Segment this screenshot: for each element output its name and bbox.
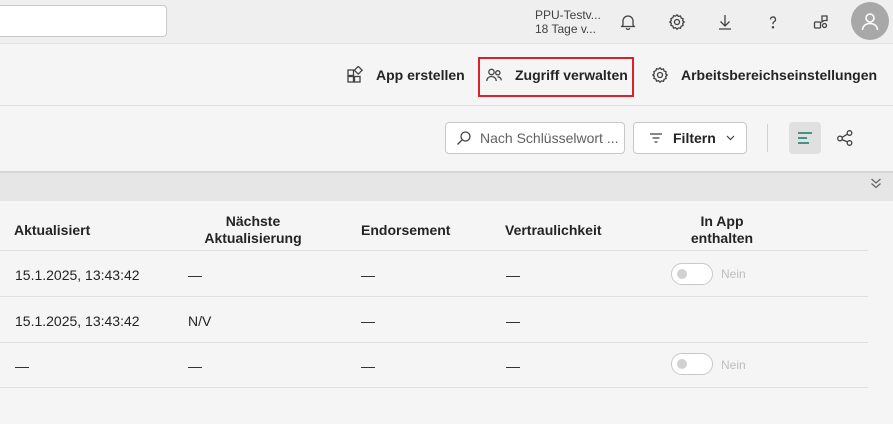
- chevron-down-icon: [726, 135, 735, 141]
- create-app-label: App erstellen: [376, 67, 465, 83]
- filter-icon: [650, 133, 662, 143]
- cell-endorsement: —: [361, 266, 375, 283]
- cell-sensitivity: —: [506, 312, 520, 329]
- avatar-icon[interactable]: [851, 2, 889, 40]
- column-updated[interactable]: Aktualisiert: [14, 222, 90, 239]
- table-row[interactable]: — — — — Nein: [0, 343, 868, 388]
- cell-updated: 15.1.2025, 13:43:42: [15, 266, 140, 283]
- list-view-icon: [798, 132, 812, 144]
- feedback-icon[interactable]: [805, 6, 837, 38]
- column-in-app-line2: enthalten: [690, 230, 754, 246]
- download-icon[interactable]: [709, 6, 741, 38]
- workspace-settings-button[interactable]: Arbeitsbereichseinstellungen: [651, 57, 877, 93]
- trial-status-line1: PPU-Testv...: [535, 8, 601, 22]
- trial-status-line2: 18 Tage v...: [535, 22, 596, 36]
- column-next-refresh-line1: Nächste: [225, 213, 281, 229]
- cell-updated: 15.1.2025, 13:43:42: [15, 312, 140, 329]
- trial-status[interactable]: PPU-Testv... 18 Tage v...: [535, 8, 601, 36]
- help-icon[interactable]: [757, 6, 789, 38]
- double-chevron-down-icon[interactable]: [870, 177, 882, 189]
- column-next-refresh[interactable]: Nächste Aktualisierung: [193, 213, 313, 247]
- workspace-settings-label: Arbeitsbereichseinstellungen: [681, 67, 878, 83]
- column-in-app-line1: In App: [700, 213, 744, 229]
- toolbar-divider: [767, 124, 768, 152]
- lineage-icon: [837, 130, 853, 146]
- cell-next-refresh: —: [188, 266, 202, 283]
- table-row[interactable]: 15.1.2025, 13:43:42 N/V — —: [0, 298, 868, 343]
- people-icon: [486, 68, 502, 82]
- global-search-input[interactable]: [0, 5, 167, 37]
- in-app-toggle[interactable]: [671, 263, 713, 285]
- keyword-search-input[interactable]: Nach Schlüsselwort ...: [445, 122, 625, 154]
- column-next-refresh-line2: Aktualisierung: [204, 230, 302, 246]
- workspace-action-bar: App erstellen Zugriff verwalten Arbeitsb…: [0, 45, 893, 106]
- gear-icon: [651, 66, 669, 84]
- manage-access-label: Zugriff verwalten: [515, 67, 628, 83]
- column-in-app[interactable]: In App enthalten: [672, 213, 772, 247]
- keyword-search-placeholder: Nach Schlüsselwort ...: [480, 130, 619, 146]
- toggle-knob: [677, 269, 687, 279]
- search-icon: [457, 131, 471, 145]
- manage-access-button[interactable]: Zugriff verwalten: [485, 57, 628, 93]
- bell-icon[interactable]: [612, 6, 644, 38]
- list-view-button[interactable]: [789, 122, 821, 154]
- in-app-toggle-label: Nein: [721, 358, 746, 372]
- filter-bar: Nach Schlüsselwort ... Filtern: [0, 107, 893, 171]
- filter-button[interactable]: Filtern: [633, 122, 747, 154]
- lineage-view-button[interactable]: [829, 122, 861, 154]
- column-endorsement[interactable]: Endorsement: [361, 222, 450, 239]
- collapse-strip: [0, 171, 893, 201]
- in-app-toggle-label: Nein: [721, 267, 746, 281]
- top-bar: PPU-Testv... 18 Tage v...: [0, 0, 893, 44]
- create-app-button[interactable]: App erstellen: [346, 57, 465, 93]
- cell-endorsement: —: [361, 357, 375, 374]
- app-grid-icon: [347, 66, 364, 83]
- gear-icon[interactable]: [661, 6, 693, 38]
- cell-sensitivity: —: [506, 357, 520, 374]
- cell-updated: —: [15, 357, 29, 374]
- filter-label: Filtern: [673, 130, 716, 146]
- cell-sensitivity: —: [506, 266, 520, 283]
- cell-endorsement: —: [361, 312, 375, 329]
- table-header: Aktualisiert Nächste Aktualisierung Endo…: [0, 201, 868, 251]
- column-sensitivity[interactable]: Vertraulichkeit: [505, 222, 602, 239]
- cell-next-refresh: —: [188, 357, 202, 374]
- cell-next-refresh: N/V: [188, 312, 212, 329]
- table-row[interactable]: 15.1.2025, 13:43:42 — — — Nein: [0, 252, 868, 297]
- in-app-toggle[interactable]: [671, 353, 713, 375]
- toggle-knob: [677, 359, 687, 369]
